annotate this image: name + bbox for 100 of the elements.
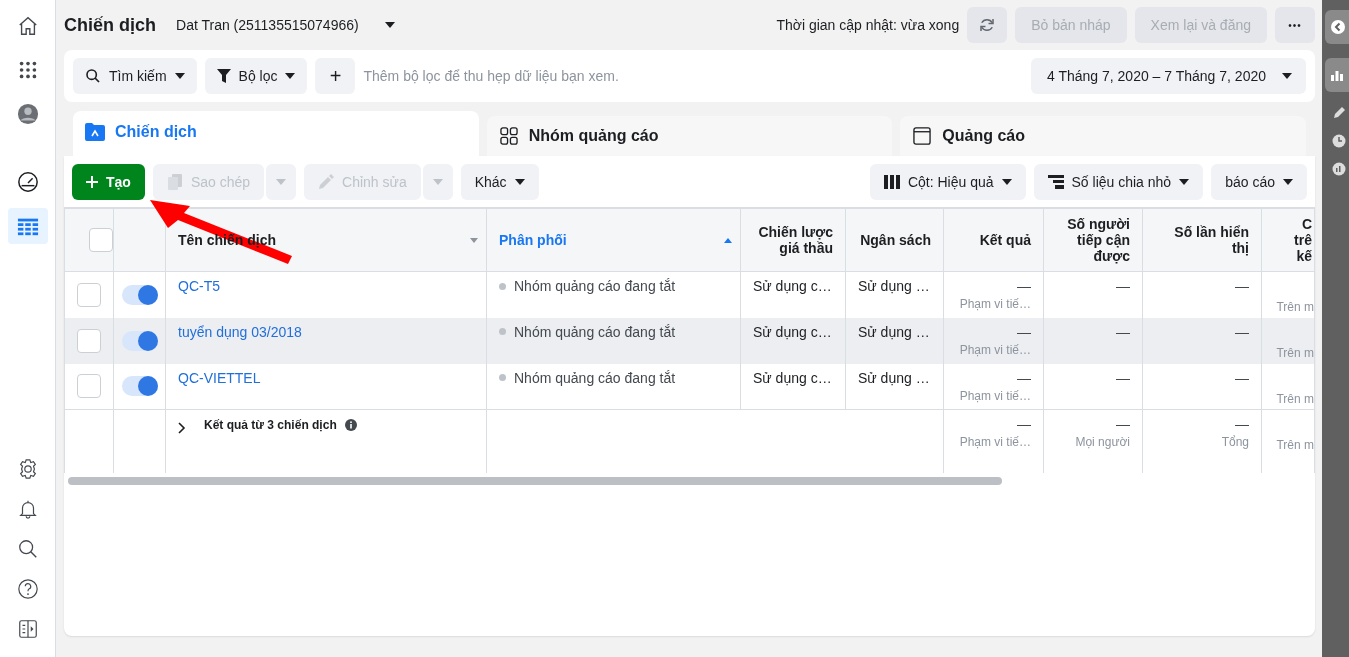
caret-icon <box>1001 178 1012 185</box>
account-selector[interactable]: Dat Tran (251135515074966) <box>170 13 401 37</box>
checkbox[interactable] <box>77 374 101 399</box>
add-filter-button[interactable]: + <box>315 58 356 94</box>
reports-dropdown[interactable]: báo cáo <box>1211 163 1307 200</box>
clock-icon[interactable] <box>1332 134 1346 148</box>
table-cell: Sử dụng … <box>858 369 930 386</box>
table-cell: Sử dụng c… <box>753 278 832 294</box>
collapse-icon[interactable] <box>1325 10 1349 44</box>
delivery-status: Nhóm quảng cáo đang tắt <box>514 369 676 386</box>
refresh-button[interactable] <box>967 7 1008 43</box>
caret-icon <box>276 178 287 185</box>
table-cell: Sử dụng c… <box>753 323 832 340</box>
column-header[interactable]: Ngân sách <box>858 232 931 248</box>
chart-bubble-icon[interactable] <box>1332 162 1346 176</box>
campaign-link[interactable]: tuyển dụng 03/2018 <box>178 323 302 340</box>
date-range-picker[interactable]: 4 Tháng 7, 2020 – 7 Tháng 7, 2020 <box>1031 58 1306 94</box>
filter-hint: Thêm bộ lọc để thu hẹp dữ liệu bạn xem. <box>363 68 619 84</box>
pencil-icon <box>318 173 335 190</box>
info-icon <box>344 419 357 431</box>
chevron-right-icon[interactable] <box>178 422 186 434</box>
table-cell-text: — <box>1115 369 1130 386</box>
sort-icon[interactable] <box>470 238 478 243</box>
table-cell: Sử dụng … <box>858 323 930 340</box>
cell-note: Phạm vi tiế… <box>958 297 1031 311</box>
checkbox[interactable] <box>77 328 101 353</box>
grid-squares-icon <box>498 127 519 145</box>
table-cell: Sử dụng c… <box>753 369 832 386</box>
cell-note: Mọi người <box>1074 435 1130 449</box>
cell-note: Tổng <box>1220 435 1249 449</box>
tab[interactable]: Quảng cáo <box>900 116 1306 156</box>
cell-note: Phạm vi tiế… <box>958 388 1031 403</box>
create-button[interactable]: Tạo <box>72 163 145 200</box>
table-cell: Sử dụng … <box>858 278 930 294</box>
help-icon <box>16 578 39 600</box>
delivery-status: Nhóm quảng cáo đang tắt <box>514 278 676 294</box>
cell-note: Trên m <box>1275 438 1314 452</box>
table-cell-text: — <box>1234 416 1249 432</box>
caret-icon <box>1282 73 1292 79</box>
more-actions-dropdown[interactable]: Khác <box>460 163 539 200</box>
tab[interactable]: Chiến dịch <box>73 111 479 158</box>
cell-note: Phạm vi tiế… <box>958 342 1031 357</box>
breakdown-icon <box>1047 174 1064 189</box>
browser-window-icon <box>912 127 933 145</box>
copy-icon <box>166 173 183 190</box>
caret-icon <box>174 73 185 79</box>
status-dot-icon <box>499 282 506 290</box>
table-cell-text: — <box>1115 278 1130 294</box>
cell-note: Phạm vi tiế… <box>958 435 1031 449</box>
tab[interactable]: Nhóm quảng cáo <box>486 116 893 156</box>
filter-icon <box>216 69 231 83</box>
caret-icon <box>1283 178 1293 185</box>
cell-note: Trên m <box>1275 300 1314 314</box>
bar-chart-icon[interactable] <box>1325 58 1349 92</box>
pencil-icon[interactable] <box>1332 106 1346 120</box>
breakdown-dropdown[interactable]: Số liệu chia nhỏ <box>1033 163 1204 200</box>
campaign-link[interactable]: QC-VIETTEL <box>178 369 261 386</box>
avatar-icon <box>16 103 39 125</box>
home-icon <box>16 15 39 37</box>
checkbox[interactable] <box>89 228 113 252</box>
toggle-switch[interactable] <box>122 284 158 305</box>
more-button[interactable]: ••• <box>1275 7 1315 43</box>
search-icon <box>16 538 39 560</box>
table-cell-text: — <box>1234 369 1249 386</box>
search-icon <box>85 68 101 84</box>
status-dot-icon <box>499 328 506 335</box>
table-cell-text: — <box>1234 278 1249 294</box>
update-status: Thời gian cập nhật: vừa xong <box>776 17 960 33</box>
caret-icon <box>285 73 296 79</box>
table-cell-text: — <box>1115 416 1130 432</box>
caret-icon <box>1179 178 1190 185</box>
checkbox[interactable] <box>77 282 101 307</box>
toggle-switch[interactable] <box>122 330 158 351</box>
table-cell-text: — <box>1016 278 1031 294</box>
table-cell-text: — <box>1115 323 1130 340</box>
refresh-icon <box>978 16 997 34</box>
scrollbar-thumb[interactable] <box>68 476 1002 485</box>
delivery-status: Nhóm quảng cáo đang tắt <box>514 323 676 340</box>
filter-dropdown[interactable]: Bộ lọc <box>204 58 308 94</box>
columns-icon <box>883 174 900 189</box>
plus-icon <box>86 175 98 188</box>
cell-note: Trên m <box>1275 391 1314 406</box>
gauge-icon <box>16 171 39 193</box>
caret-icon <box>432 178 443 185</box>
table-cell-text: — <box>1016 323 1031 340</box>
sort-icon[interactable] <box>724 238 732 243</box>
toggle-switch[interactable] <box>122 376 158 397</box>
status-dot-icon <box>499 374 506 381</box>
table-cell-text: — <box>1234 323 1249 340</box>
campaign-link[interactable]: QC-T5 <box>178 278 220 294</box>
table-row[interactable]: QC-T5 Nhóm quảng cáo đang tắt Sử dụng c… Sử dụng … — Phạm vi tiế… — — Trên m <box>64 271 1315 318</box>
table-row[interactable]: QC-VIETTEL Nhóm quảng cáo đang tắt Sử dụng c… Sử dụng … — Phạm vi tiế… — — Trên m <box>64 363 1315 410</box>
column-header[interactable]: Kết quả <box>956 232 1031 248</box>
panel-toggle-icon <box>16 618 39 640</box>
search-dropdown[interactable]: Tìm kiếm <box>73 58 197 94</box>
caret-icon <box>384 22 395 28</box>
table-cell-text: — <box>1016 369 1031 386</box>
table-row[interactable]: tuyển dụng 03/2018 Nhóm quảng cáo đang tắt Sử dụng c… Sử dụng … — Phạm vi tiế… — — Trên m <box>64 317 1315 364</box>
columns-dropdown[interactable]: Cột: Hiệu quả <box>869 163 1026 200</box>
page-title: Chiến dịch <box>64 14 156 36</box>
